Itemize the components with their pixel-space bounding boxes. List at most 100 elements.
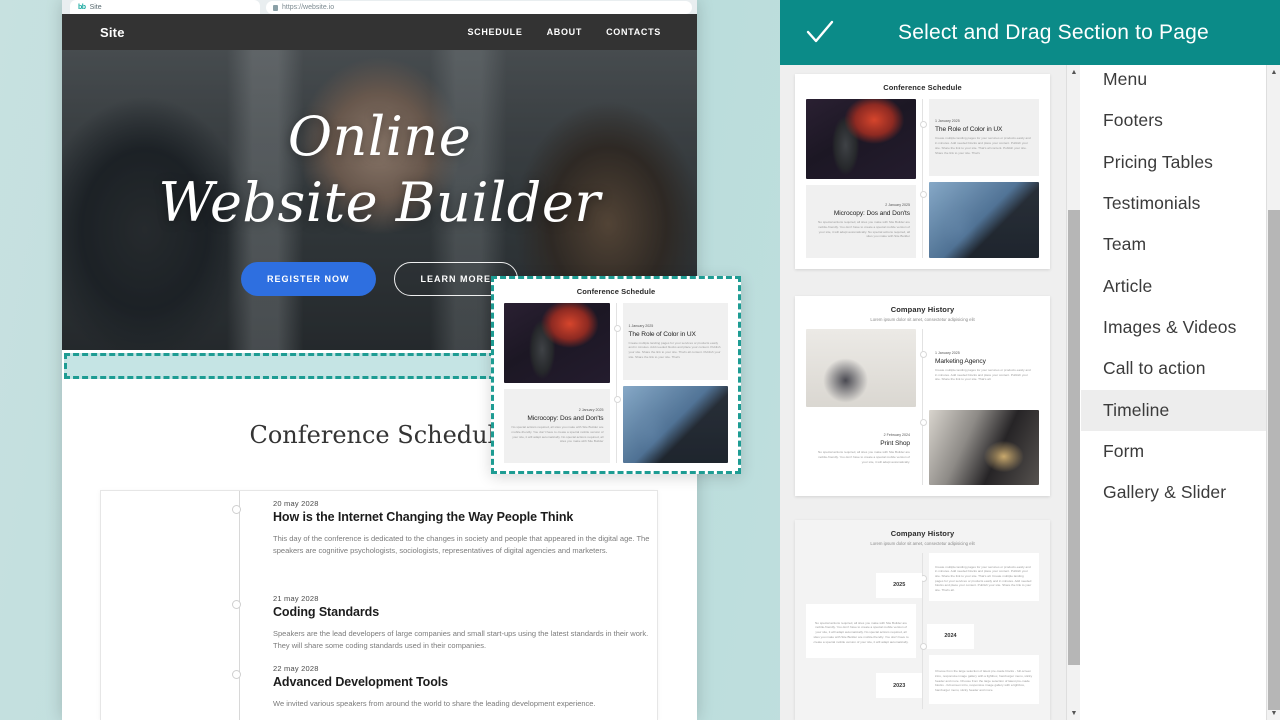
year-label: 2023 [893,682,906,689]
register-now-button[interactable]: REGISTER NOW [240,261,376,296]
mini-card-body: No special actions required, all sites y… [817,220,910,239]
mini-card-date: 2 January 2025 [578,408,604,413]
sidebar-item-testimonials[interactable]: Testimonials [1081,183,1266,224]
timeline-title: Advanced Development Tools [273,675,448,689]
template-thumbnail[interactable]: Conference Schedule 2 January 2025 Micro… [795,74,1050,269]
timeline-description: We invited various speakers from around … [273,699,596,708]
mini-card: No special actions required, all sites y… [806,604,916,658]
dragged-section-preview[interactable]: Conference Schedule 2 January 2025 Micro… [491,276,741,474]
nav-link-about[interactable]: ABOUT [547,27,583,37]
mini-card-body: Create multiple landing pages for your s… [935,136,1031,155]
whiteboard-photo [806,329,916,407]
year-chip: 2023 [875,672,923,699]
timeline-dot-icon [232,505,241,514]
sidebar-item-pricing-tables[interactable]: Pricing Tables [1081,142,1266,183]
mini-column-right: 1 January 2025 The Role of Color in UX C… [622,303,728,463]
site-logo[interactable]: Site [100,25,125,40]
sidebar-item-menu[interactable]: Menu [1081,65,1266,100]
template-thumbnail[interactable]: Company History Lorem ipsum dolor sit am… [795,296,1050,496]
panel-title: Select and Drag Section to Page [898,20,1209,44]
mini-template: Company History Lorem ipsum dolor sit am… [806,529,1039,711]
sidebar-item-form[interactable]: Form [1081,431,1266,472]
timeline-date: 21 may 2028 [273,594,319,603]
hero-title-line2: Website Builder [158,171,601,234]
lock-icon [273,4,278,11]
mini-card-title: The Role of Color in UX [935,126,1003,134]
presentation-screen-photo [929,181,1039,258]
hero-buttons: REGISTER NOW LEARN MORE [240,261,518,296]
section-category-list: Menu Footers Pricing Tables Testimonials… [1081,65,1266,720]
tab-favicon-icon: bb [78,3,86,11]
timeline-entry: 21 may 2028 Coding Standards Speakers ar… [232,594,653,652]
nav-link-contacts[interactable]: CONTACTS [606,27,661,37]
mini-card-body: No special actions required, all sites y… [813,620,909,644]
nav-link-schedule[interactable]: SCHEDULE [467,27,522,37]
section-list-scrollbar[interactable]: ▲ ▼ [1266,65,1280,720]
app-root: bb Site https://website.io Site SCHEDULE… [0,0,1280,720]
template-thumbnail-list: Conference Schedule 2 January 2025 Micro… [780,65,1066,720]
scroll-down-arrow-icon[interactable]: ▼ [1067,706,1081,720]
mini-timeline-rail [613,303,621,463]
scroll-up-arrow-icon[interactable]: ▲ [1067,65,1081,79]
panel-header: Select and Drag Section to Page [780,0,1280,65]
mini-card-date: 2 January 2025 [885,203,910,208]
speaker-photo [806,99,916,179]
scroll-up-arrow-icon[interactable]: ▲ [1267,65,1280,79]
template-thumbnail[interactable]: Company History Lorem ipsum dolor sit am… [795,520,1050,720]
timeline-entry: 22 may 2028 Advanced Development Tools W… [232,664,653,710]
mini-heading: Conference Schedule [576,287,656,296]
mini-template: Conference Schedule 2 January 2025 Micro… [504,287,728,463]
year-chip: 2025 [875,572,923,599]
url-bar[interactable]: https://website.io [266,1,692,14]
hero-title: Online Website Builder [158,104,600,236]
mini-card: 2 January 2025 Microcopy: Dos and Don'ts… [504,389,610,463]
mini-card-body: Create multiple landing pages for your s… [935,564,1032,593]
timeline-date: 20 may 2028 [273,499,319,508]
mini-heading: Company History [890,529,955,538]
mini-template: Company History Lorem ipsum dolor sit am… [806,305,1039,487]
browser-tab-title: Site [89,3,102,11]
sidebar-item-footers[interactable]: Footers [1081,100,1266,141]
timeline-title: How is the Internet Changing the Way Peo… [273,510,574,524]
timeline-date: 22 may 2028 [273,664,319,673]
mini-template: Conference Schedule 2 January 2025 Micro… [806,83,1039,260]
url-text: https://website.io [282,4,335,11]
presentation-screen-photo [622,386,728,463]
mini-card: Choose from the large selection of lates… [929,655,1039,704]
timeline-dot-icon [232,600,241,609]
check-icon[interactable] [802,15,838,51]
mini-subtitle: Lorem ipsum dolor sit amet, consectetur … [870,541,975,546]
mini-card-body: No special actions required, all sites y… [817,450,910,464]
sidebar-item-article[interactable]: Article [1081,266,1266,307]
scrollbar-thumb[interactable] [1068,210,1080,665]
browser-tab[interactable]: bb Site [70,0,260,14]
thumbnail-scrollbar[interactable]: ▲ ▼ [1066,65,1080,720]
mini-column-left: 2 January 2025 Microcopy: Dos and Don'ts… [504,303,610,463]
fashion-photo [929,410,1039,485]
mini-card-title: Marketing Agency [935,358,986,366]
mini-card-date: 1 January 2025 [628,323,654,328]
scroll-down-arrow-icon[interactable]: ▼ [1267,706,1280,720]
sidebar-item-call-to-action[interactable]: Call to action [1081,348,1266,389]
year-chip: 2024 [927,623,974,650]
timeline-block: 20 may 2028 How is the Internet Changing… [100,490,658,720]
mini-card-body: No special actions required, all sites y… [511,425,604,444]
sidebar-item-images-videos[interactable]: Images & Videos [1081,307,1266,348]
mini-card-date: 2 February 2024 [883,433,910,438]
sidebar-item-team[interactable]: Team [1081,224,1266,265]
timeline-description: Speakers are the lead developers of larg… [273,629,649,651]
mini-card: 2 January 2025 Microcopy: Dos and Don'ts… [806,184,916,258]
site-navbar: Site SCHEDULE ABOUT CONTACTS [62,14,697,50]
hero-title-line1: Online [287,105,472,169]
timeline-description: This day of the conference is dedicated … [273,534,650,556]
mini-heading: Company History [890,305,955,314]
mini-card-body: Choose from the large selection of lates… [935,669,1033,693]
mini-card-title: Microcopy: Dos and Don'ts [527,415,604,423]
sidebar-item-timeline[interactable]: Timeline [1081,389,1266,432]
year-label: 2025 [893,582,906,589]
browser-chrome-bar: bb Site https://website.io [62,0,697,14]
mini-card-body: Create multiple landing pages for your s… [628,340,721,359]
scrollbar-thumb[interactable] [1268,210,1280,710]
sidebar-item-gallery-slider[interactable]: Gallery & Slider [1081,472,1266,513]
mini-timeline-rail [920,329,927,485]
